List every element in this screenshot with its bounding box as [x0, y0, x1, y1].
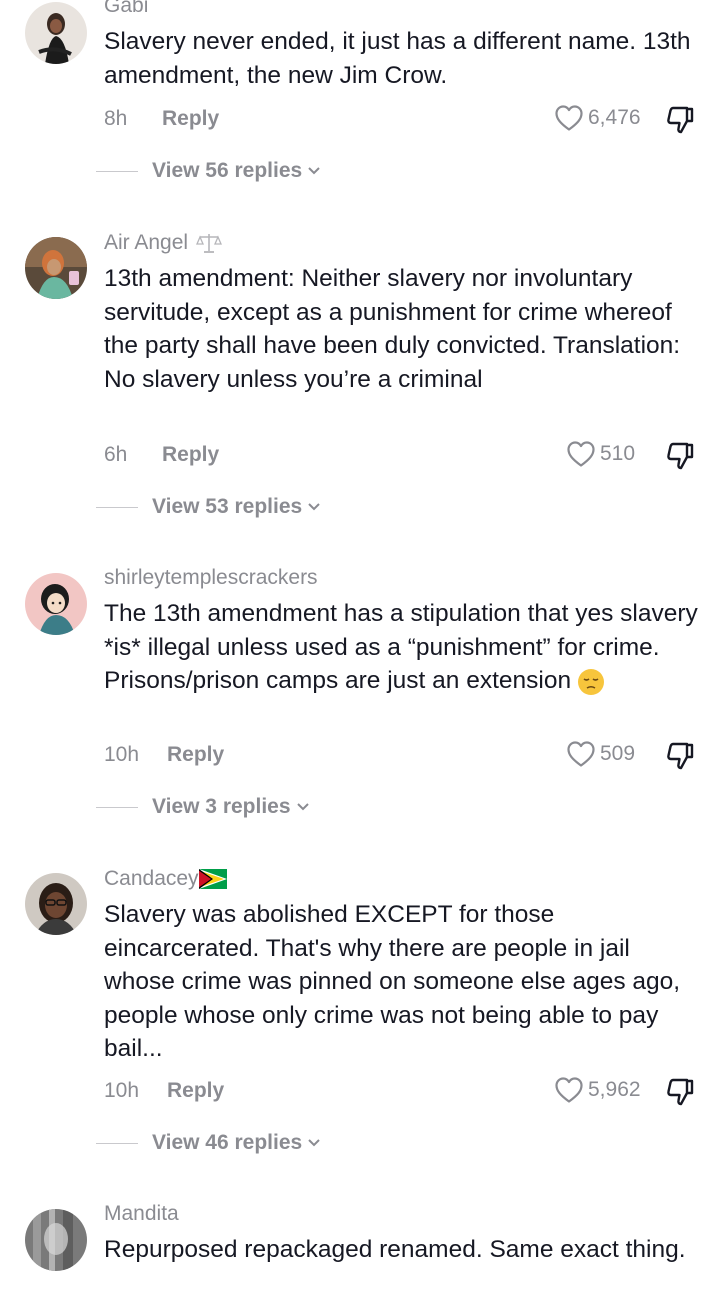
comment-username[interactable]: Mandita: [104, 1202, 179, 1226]
avatar[interactable]: [25, 237, 87, 299]
username-label: Air Angel: [104, 231, 189, 254]
chevron-down-icon: [308, 1139, 320, 1147]
pensive-face-emoji: [578, 668, 605, 695]
view-replies-label: View 46 replies: [152, 1131, 303, 1154]
like-button[interactable]: 6,476: [554, 104, 641, 132]
comment-username[interactable]: Candacey: [104, 867, 227, 891]
divider: [96, 1143, 138, 1144]
comment-time: 10h: [104, 743, 140, 766]
comment-text-content: The 13th amendment has a stipulation tha…: [104, 600, 698, 694]
comment-username[interactable]: Air Angel: [104, 231, 222, 255]
comment-text: 13th amendment: Neither slavery nor invo…: [104, 265, 681, 393]
heart-outline-icon: [555, 105, 583, 131]
like-button[interactable]: 510: [566, 440, 635, 468]
reply-button[interactable]: Reply: [167, 743, 224, 767]
comment-text: Slavery was abolished EXCEPT for those e…: [104, 901, 681, 1062]
guyana-flag-icon: [198, 869, 227, 890]
comment-time: 10h: [104, 1079, 140, 1102]
heart-outline-icon: [555, 1077, 583, 1103]
comment-text: Slavery never ended, it just has a diffe…: [104, 28, 691, 89]
view-replies-button[interactable]: View 3 replies: [152, 795, 310, 819]
thumbs-down-icon[interactable]: [664, 1076, 696, 1108]
view-replies-label: View 56 replies: [152, 159, 303, 182]
view-replies-button[interactable]: View 53 replies: [152, 495, 321, 519]
comment-username[interactable]: Gabi: [104, 0, 148, 18]
thumbs-down-icon[interactable]: [664, 104, 696, 136]
username-label: Candacey: [104, 867, 199, 890]
thumbs-down-icon[interactable]: [664, 440, 696, 472]
divider: [96, 807, 138, 808]
avatar[interactable]: [25, 1209, 87, 1271]
avatar[interactable]: [25, 573, 87, 635]
chevron-down-icon: [308, 503, 320, 511]
chevron-down-icon: [308, 167, 320, 175]
like-count: 6,476: [588, 106, 641, 129]
comment-time: 6h: [104, 443, 128, 466]
like-button[interactable]: 5,962: [554, 1076, 641, 1104]
reply-button[interactable]: Reply: [167, 1079, 224, 1103]
like-count: 509: [600, 742, 636, 765]
comment-text: The 13th amendment has a stipulation tha…: [104, 597, 704, 698]
divider: [96, 507, 138, 508]
thumbs-down-icon[interactable]: [664, 740, 696, 772]
view-replies-label: View 3 replies: [152, 795, 291, 818]
balance-scale-icon: [195, 234, 222, 254]
view-replies-button[interactable]: View 46 replies: [152, 1131, 321, 1155]
chevron-down-icon: [296, 803, 309, 811]
like-count: 510: [600, 442, 636, 465]
view-replies-button[interactable]: View 56 replies: [152, 159, 321, 183]
reply-button[interactable]: Reply: [162, 443, 219, 467]
view-replies-label: View 53 replies: [152, 495, 303, 518]
avatar[interactable]: [25, 2, 87, 64]
like-button[interactable]: 509: [566, 740, 635, 768]
heart-outline-icon: [567, 441, 595, 467]
heart-outline-icon: [567, 741, 595, 767]
avatar[interactable]: [25, 873, 87, 935]
comment-text: Repurposed repackaged renamed. Same exac…: [104, 1236, 686, 1263]
comment-username[interactable]: shirleytemplescrackers: [104, 566, 318, 590]
comment-time: 8h: [104, 107, 128, 130]
like-count: 5,962: [588, 1078, 641, 1101]
divider: [96, 171, 138, 172]
reply-button[interactable]: Reply: [162, 107, 219, 131]
